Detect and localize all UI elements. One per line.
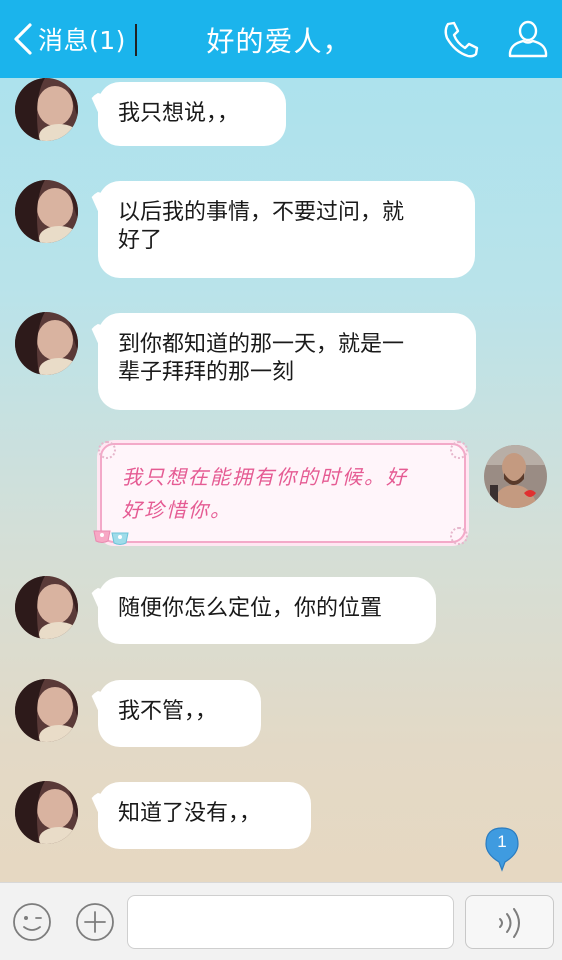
my-avatar[interactable] (484, 445, 547, 508)
my-message-bubble[interactable]: 我只想在能拥有你的时候。好 好珍惜你。 (93, 441, 468, 545)
message-text: 知道了没有，， (118, 801, 262, 826)
text-caret (135, 24, 137, 56)
message-text: 随便你怎么定位，你的位置 (118, 596, 383, 621)
emoji-button[interactable] (12, 902, 52, 942)
contact-avatar[interactable] (15, 781, 78, 844)
profile-button[interactable] (506, 18, 550, 60)
chevron-left-icon (14, 23, 32, 55)
input-bar (0, 882, 562, 960)
message-text: 好了 (118, 228, 163, 253)
message-bubble[interactable]: 到你都知道的那一天，就是一 辈子拜拜的那一刻 (98, 313, 476, 410)
contact-avatar[interactable] (15, 576, 78, 639)
phone-icon (444, 21, 479, 58)
avatar-photo (15, 679, 78, 742)
voice-button[interactable] (465, 895, 554, 949)
contact-avatar[interactable] (15, 78, 78, 141)
teacups-icon (93, 530, 129, 545)
avatar-photo (484, 445, 547, 508)
contact-avatar[interactable] (15, 679, 78, 742)
contact-avatar[interactable] (15, 180, 78, 243)
message-bubble[interactable]: 以后我的事情，不要过问，就 好了 (98, 181, 475, 278)
message-text: 我只想说，， (118, 101, 240, 126)
message-text: 我不管，， (118, 699, 218, 724)
unread-badge[interactable]: 1 (483, 826, 521, 872)
back-button[interactable]: 消息(1) (10, 18, 126, 60)
back-label: 消息(1) (38, 26, 126, 55)
avatar-photo (15, 78, 78, 141)
message-text: 以后我的事情，不要过问，就 (118, 200, 405, 225)
message-bubble[interactable]: 我只想说，， (98, 82, 286, 146)
person-icon (508, 20, 548, 58)
avatar-photo (15, 576, 78, 639)
message-bubble[interactable]: 随便你怎么定位，你的位置 (98, 577, 436, 644)
call-button[interactable] (438, 18, 482, 60)
avatar-photo (15, 312, 78, 375)
plus-icon (76, 903, 114, 941)
add-button[interactable] (75, 902, 115, 942)
decorative-corner (450, 441, 468, 459)
my-message-text: 我只想在能拥有你的时候。好 好珍惜你。 (122, 465, 408, 522)
avatar-photo (15, 781, 78, 844)
message-text: 辈子拜拜的那一刻 (118, 360, 295, 385)
decorative-corner (450, 527, 468, 545)
avatar-photo (15, 180, 78, 243)
emoji-icon (13, 903, 51, 941)
voice-icon (499, 908, 520, 938)
chat-header: 消息(1) 好的爱人， (0, 0, 562, 78)
message-bubble[interactable]: 我不管，， (98, 680, 261, 747)
unread-count: 1 (497, 832, 507, 851)
message-text: 到你都知道的那一天，就是一 (118, 332, 405, 357)
decorative-corner (98, 441, 116, 459)
message-input[interactable] (127, 895, 454, 949)
contact-avatar[interactable] (15, 312, 78, 375)
message-bubble[interactable]: 知道了没有，， (98, 782, 311, 849)
